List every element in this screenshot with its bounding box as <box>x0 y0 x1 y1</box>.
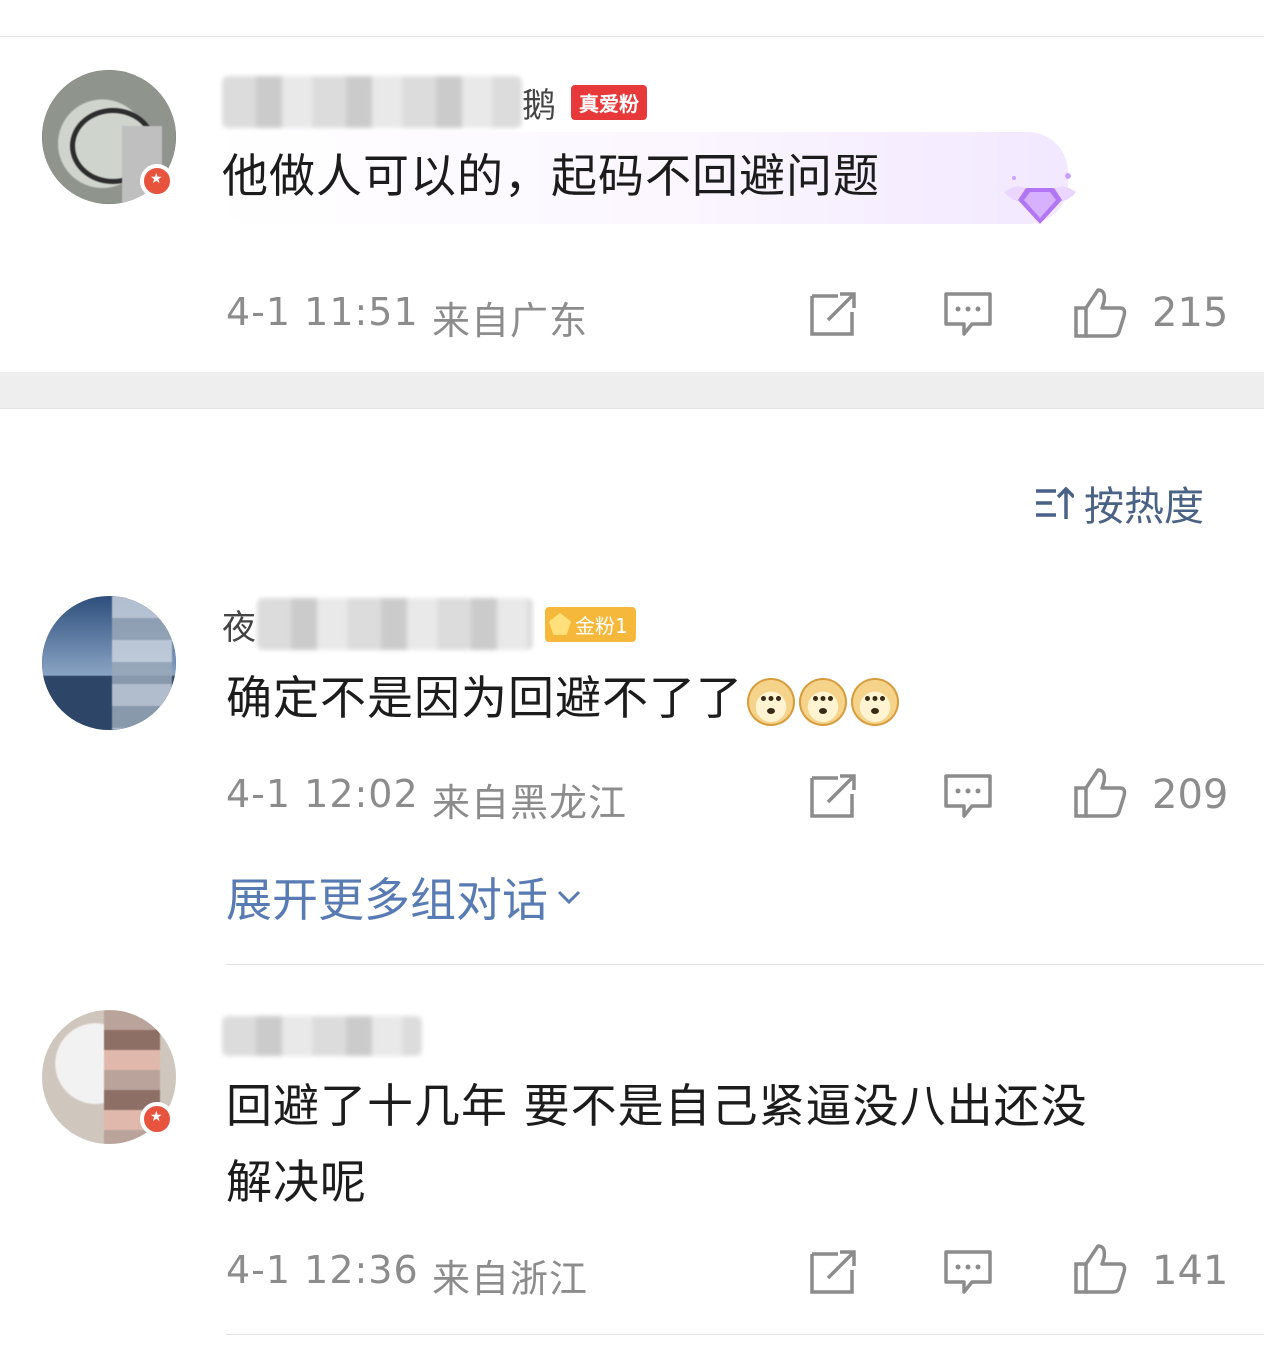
thumbs-up-icon <box>1074 768 1127 818</box>
comment-icon <box>944 292 992 336</box>
thumbs-up-icon <box>1074 288 1127 338</box>
doge-emoji <box>747 677 795 726</box>
repost-button[interactable] <box>808 290 860 338</box>
comment-text-line: 解决呢 <box>226 1155 367 1209</box>
comment-text: 确定不是因为回避不了了 <box>226 660 899 736</box>
share-icon <box>810 1250 856 1294</box>
like-count: 209 <box>1152 772 1229 818</box>
like-button[interactable] <box>1072 766 1128 818</box>
repost-button[interactable] <box>808 1248 860 1296</box>
comment-location: 来自浙江 <box>432 1257 589 1301</box>
like-button[interactable] <box>1072 1242 1128 1294</box>
sort-by-heat-button[interactable]: 按热度 <box>1034 474 1204 532</box>
avatar[interactable] <box>42 596 176 730</box>
doge-emoji <box>799 677 847 726</box>
like-count: 215 <box>1152 290 1229 336</box>
username-prefix: 夜 <box>222 607 257 648</box>
diamond-wings-icon <box>1004 173 1076 224</box>
thumbs-up-icon <box>1074 1244 1127 1294</box>
sort-icon <box>1036 486 1074 519</box>
blurred-username <box>257 598 533 650</box>
top-divider <box>0 36 1264 37</box>
fan-badge[interactable]: 真爱粉 <box>571 84 647 120</box>
comment-time: 4-1 12:02 <box>226 772 419 816</box>
sort-label: 按热度 <box>1084 484 1204 530</box>
reply-button[interactable] <box>942 290 994 338</box>
chevron-down-icon <box>557 890 581 905</box>
share-icon <box>810 774 856 818</box>
comment-text: 他做人可以的，起码不回避问题 <box>222 149 880 203</box>
verified-badge-icon <box>140 1102 174 1136</box>
comment-divider <box>226 1334 1264 1335</box>
reply-button[interactable] <box>942 772 994 820</box>
comment-icon <box>944 774 992 818</box>
username[interactable]: 夜 金粉1 <box>222 596 636 652</box>
gem-icon <box>549 613 571 635</box>
comment-text-body: 确定不是因为回避不了了 <box>226 671 743 725</box>
like-count: 141 <box>1152 1248 1229 1294</box>
expand-link-label: 展开更多组对话 <box>226 873 548 927</box>
section-separator <box>0 372 1264 409</box>
share-icon <box>810 292 856 336</box>
comment-divider <box>226 964 1264 965</box>
verified-badge-icon <box>140 164 174 198</box>
gold-fan-badge[interactable]: 金粉1 <box>545 606 636 642</box>
comment-text: 回避了十几年 要不是自己紧逼没八出还没 解决呢 <box>226 1068 1088 1220</box>
comment-time: 4-1 11:51 <box>226 290 419 334</box>
comment-time: 4-1 12:36 <box>226 1248 419 1292</box>
comment-text-line: 回避了十几年 要不是自己紧逼没八出还没 <box>226 1079 1088 1133</box>
blurred-username <box>222 76 522 128</box>
blurred-username <box>222 1016 422 1056</box>
comment-icon <box>944 1250 992 1294</box>
username-suffix: 鹅 <box>522 85 557 126</box>
doge-emoji <box>851 677 899 726</box>
expand-more-replies-link[interactable]: 展开更多组对话 <box>226 864 582 930</box>
gold-fan-badge-label: 金粉1 <box>575 613 628 638</box>
like-button[interactable] <box>1072 286 1128 338</box>
reply-button[interactable] <box>942 1248 994 1296</box>
comment-location: 来自黑龙江 <box>432 781 628 825</box>
comment-location: 来自广东 <box>432 299 589 343</box>
repost-button[interactable] <box>808 772 860 820</box>
username[interactable] <box>222 1008 422 1064</box>
username[interactable]: 鹅 真爱粉 <box>222 74 647 130</box>
